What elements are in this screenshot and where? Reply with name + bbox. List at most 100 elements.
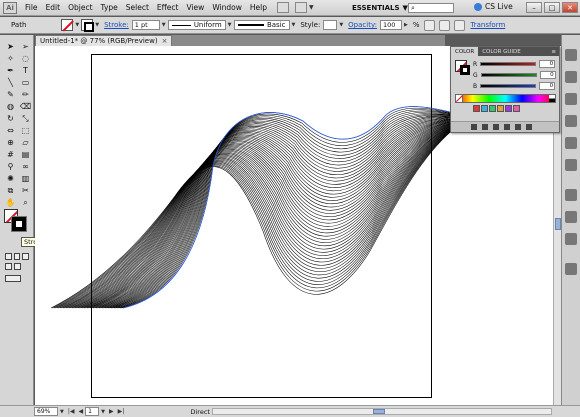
- brush-definition[interactable]: Basic: [233, 20, 290, 30]
- eyedropper-tool-icon[interactable]: ⚲: [4, 161, 17, 172]
- blob-brush-tool-icon[interactable]: ◍: [4, 101, 17, 112]
- perspective-tool-icon[interactable]: ▱: [19, 137, 32, 148]
- paintbrush-tool-icon[interactable]: ✎: [4, 89, 17, 100]
- transform-icon[interactable]: [454, 19, 466, 31]
- lasso-tool-icon[interactable]: ◌: [19, 53, 32, 64]
- mesh-tool-icon[interactable]: #: [4, 149, 17, 160]
- blend-tool-icon[interactable]: ∞: [19, 161, 32, 172]
- line-tool-icon[interactable]: ╲: [4, 77, 17, 88]
- edit-colors-icon[interactable]: [471, 124, 477, 130]
- brushes-panel-icon[interactable]: [565, 93, 577, 105]
- stroke-swatch[interactable]: [81, 19, 95, 32]
- artboard-number-field[interactable]: 1: [85, 407, 100, 416]
- delete-swatch-icon[interactable]: [526, 124, 532, 130]
- horizontal-scrollbar[interactable]: [212, 408, 552, 415]
- column-graph-tool-icon[interactable]: ▥: [19, 173, 32, 184]
- harmony-swatch[interactable]: [513, 105, 520, 112]
- screen-mode-icon[interactable]: [5, 275, 21, 282]
- selection-tool-icon[interactable]: ➤: [4, 41, 17, 52]
- graphic-styles-panel-icon[interactable]: [565, 137, 577, 149]
- black-white-swatch[interactable]: [549, 95, 555, 102]
- panel-menu-icon[interactable]: ≡: [551, 49, 559, 55]
- help-search-input[interactable]: ⌕: [408, 3, 454, 13]
- fill-dropdown-icon[interactable]: ▼: [75, 22, 79, 28]
- width-tool-icon[interactable]: ⇔: [4, 125, 17, 136]
- none-mode-icon[interactable]: [22, 253, 30, 260]
- arrange-documents-icon[interactable]: [295, 2, 307, 13]
- save-group-icon[interactable]: [493, 124, 499, 130]
- pencil-tool-icon[interactable]: ✏: [19, 89, 32, 100]
- zoom-dropdown-icon[interactable]: ▼: [60, 409, 64, 415]
- recolor-artwork-icon[interactable]: [424, 19, 436, 31]
- minimize-button[interactable]: –: [526, 2, 542, 13]
- opacity-field[interactable]: 100: [379, 20, 402, 30]
- rectangle-tool-icon[interactable]: ▭: [19, 77, 32, 88]
- next-artboard-icon[interactable]: ▶: [107, 408, 116, 415]
- horizontal-scroll-thumb[interactable]: [373, 409, 385, 414]
- zoom-tool-icon[interactable]: ⌕: [19, 197, 32, 208]
- transparency-panel-icon[interactable]: [565, 233, 577, 245]
- bridge-icon[interactable]: [277, 2, 289, 13]
- red-value-field[interactable]: 0: [539, 60, 556, 68]
- free-transform-tool-icon[interactable]: ⬚: [19, 125, 32, 136]
- green-slider[interactable]: [480, 73, 537, 77]
- color-spectrum[interactable]: [455, 94, 556, 103]
- opacity-dropdown-icon[interactable]: ▶: [404, 22, 408, 28]
- stroke-weight-dropdown-icon[interactable]: ▼: [162, 22, 166, 28]
- color-mode-icon[interactable]: [5, 253, 12, 260]
- maximize-button[interactable]: □: [544, 2, 560, 13]
- symbols-panel-icon[interactable]: [565, 115, 577, 127]
- type-tool-icon[interactable]: T: [19, 65, 32, 76]
- variable-width-dropdown-icon[interactable]: ▼: [228, 22, 232, 28]
- artboard-dropdown-icon[interactable]: ▼: [101, 409, 105, 415]
- variable-width-profile[interactable]: Uniform: [167, 20, 226, 30]
- artboard-tool-icon[interactable]: ⧉: [4, 185, 17, 196]
- menu-object[interactable]: Object: [64, 3, 96, 12]
- menu-help[interactable]: Help: [246, 3, 271, 12]
- red-slider[interactable]: [480, 62, 537, 66]
- gradient-mode-icon[interactable]: [13, 253, 21, 260]
- menu-select[interactable]: Select: [122, 3, 153, 12]
- menu-effect[interactable]: Effect: [153, 3, 183, 12]
- swatches-panel-icon[interactable]: [565, 71, 577, 83]
- pen-tool-icon[interactable]: ✒: [4, 65, 17, 76]
- stroke-swatch-black[interactable]: [11, 216, 27, 232]
- harmony-swatch[interactable]: [489, 105, 496, 112]
- style-dropdown-icon[interactable]: ▼: [339, 22, 343, 28]
- close-tab-icon[interactable]: ×: [162, 37, 168, 45]
- menu-edit[interactable]: Edit: [42, 3, 65, 12]
- green-value-field[interactable]: 0: [539, 71, 556, 79]
- zoom-field[interactable]: 69%: [34, 407, 58, 416]
- graphic-style-swatch[interactable]: [323, 20, 338, 30]
- harmony-rules-icon[interactable]: [482, 124, 488, 130]
- stroke-panel-icon[interactable]: [565, 189, 577, 201]
- harmony-swatch[interactable]: [505, 105, 512, 112]
- harmony-swatch[interactable]: [481, 105, 488, 112]
- shape-builder-tool-icon[interactable]: ⊕: [4, 137, 17, 148]
- arrange-dropdown-icon[interactable]: ▼: [309, 4, 314, 11]
- symbol-sprayer-tool-icon[interactable]: ✺: [4, 173, 17, 184]
- panel-stroke-swatch[interactable]: [460, 65, 470, 75]
- blue-value-field[interactable]: 0: [539, 82, 556, 90]
- new-swatch-icon[interactable]: [515, 124, 521, 130]
- draw-normal-icon[interactable]: [5, 263, 12, 270]
- align-icon[interactable]: [439, 19, 451, 31]
- previous-artboard-icon[interactable]: ◀: [77, 408, 86, 415]
- scale-tool-icon[interactable]: ⤡: [19, 113, 32, 124]
- first-artboard-icon[interactable]: |◀: [66, 408, 77, 415]
- document-tab[interactable]: Untitled-1* @ 77% (RGB/Preview) ×: [35, 35, 173, 46]
- last-artboard-icon[interactable]: ▶|: [116, 408, 127, 415]
- opacity-link[interactable]: Opacity:: [345, 21, 380, 29]
- none-swatch[interactable]: [456, 95, 463, 102]
- direct-selection-tool-icon[interactable]: ➢: [19, 41, 32, 52]
- fill-swatch[interactable]: [61, 19, 74, 31]
- close-button[interactable]: ✕: [562, 2, 578, 13]
- layers-panel-icon[interactable]: [565, 263, 577, 275]
- appearance-panel-icon[interactable]: [565, 159, 577, 171]
- tab-color-guide[interactable]: COLOR GUIDE: [478, 47, 525, 56]
- brush-dropdown-icon[interactable]: ▼: [292, 22, 296, 28]
- rotate-tool-icon[interactable]: ↻: [4, 113, 17, 124]
- harmony-swatch[interactable]: [497, 105, 504, 112]
- menu-file[interactable]: File: [21, 3, 42, 12]
- magic-wand-tool-icon[interactable]: ✧: [4, 53, 17, 64]
